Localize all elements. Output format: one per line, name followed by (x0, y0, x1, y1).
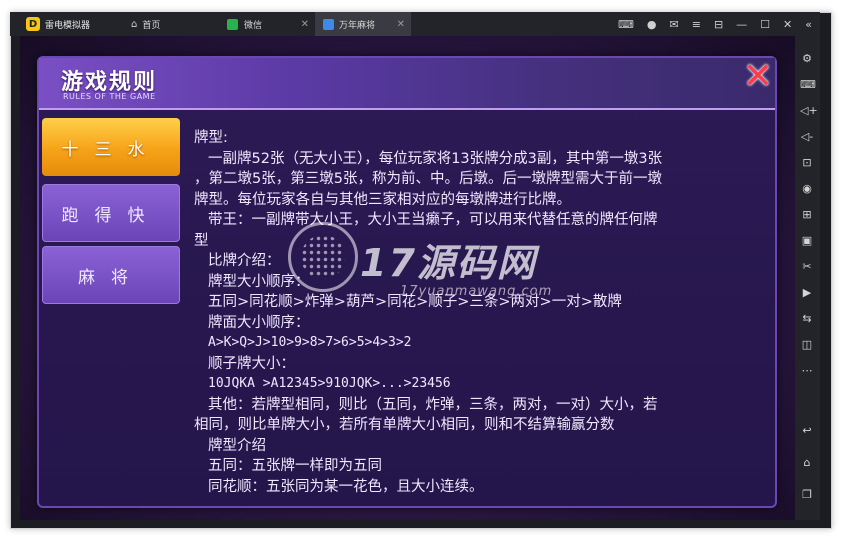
close-tab-icon[interactable]: ✕ (301, 19, 309, 30)
rules-line: 牌型介绍 (208, 437, 266, 454)
rules-line: 10JQKA >A12345>910JQK>...>23456 (208, 376, 451, 391)
wechat-icon (227, 18, 238, 30)
tab-game[interactable]: 万年麻将 ✕ (315, 12, 411, 36)
title-bar: D 雷电模拟器 ⌂ 首页 微信 ✕ 万年麻将 ✕ ⌨ ● ✉ ≡ ⊟ — ☐ ✕… (10, 12, 820, 36)
app-logo-icon: D (26, 17, 40, 31)
more-icon[interactable]: ⋯ (800, 364, 814, 378)
app-name: 雷电模拟器 (45, 20, 91, 31)
tab-game-label: 万年麻将 (339, 20, 376, 31)
rules-line: 其他：若牌型相同，则比（五同，炸弹，三条，两对，一对）大小，若 (208, 396, 658, 413)
tab-home[interactable]: ⌂ 首页 (123, 12, 219, 36)
close-tab-icon[interactable]: ✕ (397, 19, 405, 30)
close-icon[interactable]: ✕ (783, 18, 792, 31)
scissors-icon[interactable]: ✂ (800, 260, 814, 274)
close-rules-button[interactable]: ✕ (741, 59, 775, 95)
shake-icon[interactable]: ◫ (800, 338, 814, 352)
tab-wechat[interactable]: 微信 ✕ (219, 12, 315, 36)
menu-item-shisanshui[interactable]: 十三水 (42, 118, 180, 176)
screenshot-icon[interactable]: ⊡ (800, 156, 814, 170)
menu-item-majiang[interactable]: 麻将 (42, 246, 180, 304)
rules-line: A>K>Q>J>10>9>8>7>6>5>4>3>2 (208, 335, 412, 350)
keyboard-icon[interactable]: ⌨ (800, 78, 816, 92)
rules-line: 一副牌52张（无大小王），每位玩家将13张牌分成3副，其中第一墩3张 (208, 150, 663, 167)
maximize-icon[interactable]: ☐ (760, 18, 770, 31)
menu-item-paodekuai[interactable]: 跑得快 (42, 184, 180, 242)
right-toolbar: ⚙ ⌨ ◁+ ◁- ⊡ ◉ ⊞ ▣ ✂ ▶ ⇆ ◫ ⋯ ↩ ⌂ ❐ (795, 36, 820, 520)
apk-icon[interactable]: ▣ (800, 234, 814, 248)
panel-header: 游戏规则 RULES OF THE GAME ✕ (39, 58, 775, 110)
mail-icon[interactable]: ✉ (670, 18, 679, 31)
gamepad-icon[interactable]: ⌨ (618, 18, 634, 31)
back-icon[interactable]: ↩ (800, 424, 814, 438)
watermark-logo-icon (288, 222, 358, 292)
volume-up-icon[interactable]: ◁+ (800, 104, 818, 118)
minimize-mini-icon[interactable]: ⊟ (714, 18, 723, 31)
rules-line: 顺子牌大小： (208, 355, 295, 372)
sync-icon[interactable]: ⇆ (800, 312, 814, 326)
game-icon (323, 18, 334, 30)
rules-line: 牌型。每位玩家各自与其他三家相对应的每墩牌进行比牌。 (194, 191, 571, 208)
rules-line: 同花顺：五张同为某一花色，且大小连续。 (208, 478, 484, 495)
rules-line: 五同：五张牌一样即为五同 (208, 458, 382, 474)
tab-wechat-label: 微信 (244, 20, 263, 31)
tab-home-label: 首页 (142, 20, 161, 31)
window-controls: ⌨ ● ✉ ≡ ⊟ — ☐ ✕ « (605, 12, 812, 36)
settings-icon[interactable]: ⚙ (800, 52, 814, 66)
rules-content: 牌型: 一副牌52张（无大小王），每位玩家将13张牌分成3副，其中第一墩3张 ，… (194, 128, 769, 500)
minimize-icon[interactable]: — (736, 18, 747, 31)
rules-line: 带王：一副牌带大小王，大小王当癞子，可以用来代替任意的牌任何牌 (208, 212, 658, 228)
account-icon[interactable]: ● (647, 18, 657, 31)
rules-line: 牌型: (194, 130, 228, 146)
menu-icon[interactable]: ≡ (692, 18, 701, 31)
recent-apps-icon[interactable]: ❐ (800, 488, 814, 502)
home-nav-icon[interactable]: ⌂ (800, 456, 814, 470)
rules-line: 牌面大小顺序： (208, 314, 310, 331)
rules-line: ，第二墩5张，第三墩5张，称为前、中。后墩。后一墩牌型需大于前一墩 (194, 171, 662, 187)
record-icon[interactable]: ◉ (800, 182, 814, 196)
rules-line: 相同，则比单牌大小，若所有单牌大小相同，则和不结算输赢分数 (194, 417, 615, 433)
volume-down-icon[interactable]: ◁- (800, 130, 814, 144)
install-icon[interactable]: ⊞ (800, 208, 814, 222)
home-icon: ⌂ (131, 18, 138, 30)
watermark-url: 17yuanmawang.com (400, 284, 553, 299)
watermark-text: 17源码网 (360, 241, 537, 285)
video-icon[interactable]: ▶ (800, 286, 814, 300)
collapse-icon[interactable]: « (805, 18, 812, 31)
page-subtitle: RULES OF THE GAME (63, 92, 156, 101)
